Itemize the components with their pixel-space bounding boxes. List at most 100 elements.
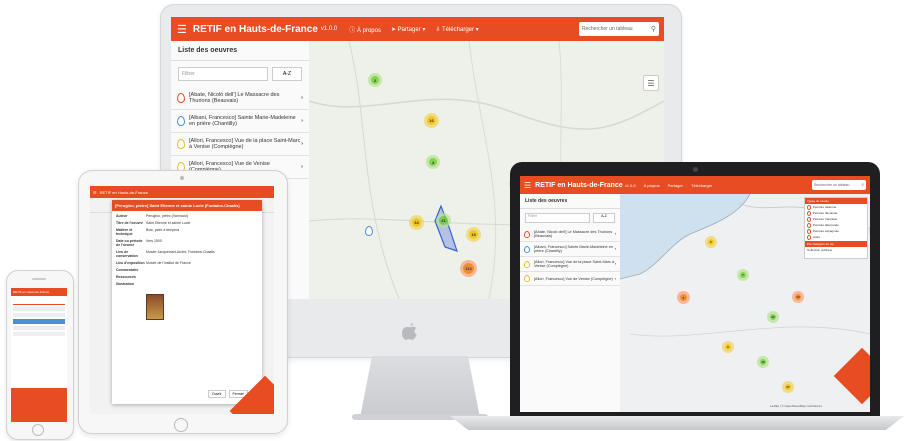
imac-stand xyxy=(360,356,480,418)
popup-fields: Auteur Perugino, pietro (Vannucci) Titre d… xyxy=(112,211,262,292)
laptop-app-header: ☰ RETIF en Hauts-de-France v1.0.0 À prop… xyxy=(520,176,870,194)
app-version: v1.0.0 xyxy=(320,26,338,32)
menu-icon[interactable]: ☰ xyxy=(524,181,531,190)
popup-field-row: Illustration xyxy=(116,282,258,286)
list-item[interactable]: [Albani, Francesco] Sainte Marie-Madelei… xyxy=(171,110,309,133)
nav-share[interactable]: ➤ Partager ▾ xyxy=(391,26,425,33)
search-icon[interactable]: ⚲ xyxy=(651,25,656,33)
chevron-right-icon: › xyxy=(614,247,616,251)
chevron-right-icon: › xyxy=(301,164,303,170)
nav-download[interactable]: Télécharger xyxy=(691,183,712,188)
list-item-label: [Albani, Francesco] Sainte Marie-Madelei… xyxy=(534,245,613,253)
laptop-filter-input[interactable]: Filtrer xyxy=(525,213,590,223)
artwork-thumbnail[interactable] xyxy=(146,294,164,320)
laptop-sort-button[interactable]: A-Z xyxy=(593,213,615,223)
laptop-sidebar: Liste des oeuvres Filtrer A-Z [Abate, Ni… xyxy=(520,194,621,412)
popup-field-row: Date ou période de l'oeuvre Vers 1500 xyxy=(116,239,258,247)
laptop-screen: ☰ RETIF en Hauts-de-France v1.0.0 À prop… xyxy=(520,176,870,412)
list-item[interactable]: [Albani, Francesco] Sainte Marie-Madelei… xyxy=(520,242,620,257)
chevron-right-icon: › xyxy=(301,95,303,101)
open-button[interactable]: Ouvrir xyxy=(208,390,226,398)
legend-drop-icon xyxy=(807,204,811,210)
list-item[interactable]: [Allori, Francesco] Vue de Venise (Compi… xyxy=(520,272,620,286)
map-cluster[interactable]: 7 xyxy=(740,272,746,278)
list-item[interactable]: [Abate, Nicolò dell'] Le Massacre des Th… xyxy=(171,87,309,110)
popup-field-row: Ressources xyxy=(116,275,258,279)
field-value: Vers 1500 xyxy=(146,239,162,243)
tablet-home-button[interactable] xyxy=(174,418,188,432)
field-key: Lieu d'exposition xyxy=(116,261,145,265)
popup-field-row: Commentaire xyxy=(116,268,258,272)
drop-marker-icon xyxy=(524,275,530,282)
sort-button[interactable]: A-Z xyxy=(272,67,302,81)
oeuvres-list: [Abate, Nicolò dell'] Le Massacre des Th… xyxy=(171,87,309,179)
field-key: Illustration xyxy=(116,282,134,286)
map-cluster[interactable]: 2 xyxy=(371,76,379,84)
map-attribution[interactable]: Leaflet | © OpenStreetMap contributors xyxy=(770,404,822,408)
download-icon: ⇩ xyxy=(435,26,441,33)
chevron-right-icon: › xyxy=(301,118,303,124)
map-cluster[interactable]: 41 xyxy=(439,216,448,225)
list-item[interactable]: [Allori, Francesco] Vue de la place Sain… xyxy=(171,133,309,156)
legend-drop-icon xyxy=(807,234,811,240)
laptop-search-input[interactable]: Rechercher un tableau ⚲ xyxy=(812,180,866,190)
filter-input[interactable]: Filtrer xyxy=(178,67,268,81)
selection-polygon[interactable] xyxy=(434,204,458,252)
field-key: Auteur xyxy=(116,214,128,218)
map-cluster[interactable]: 9 xyxy=(725,344,731,350)
info-icon: ⓘ xyxy=(349,27,356,34)
map-cluster[interactable]: 5 xyxy=(708,239,714,245)
map-cluster[interactable]: 27 xyxy=(785,384,791,390)
field-key: Matière et technique xyxy=(116,228,133,236)
drop-marker-icon xyxy=(524,260,530,268)
apple-logo-icon xyxy=(401,323,418,341)
map-cluster[interactable]: 13 xyxy=(795,294,801,300)
legend-item-2: Collection publique xyxy=(807,248,833,252)
phone-speaker xyxy=(32,278,46,280)
list-item-label: [Allori, Francesco] Vue de Venise (Compi… xyxy=(534,276,613,281)
map-cluster[interactable]: 113 xyxy=(463,263,474,274)
chevron-right-icon: › xyxy=(614,262,616,266)
phone-list xyxy=(13,298,65,358)
phone-home-button[interactable] xyxy=(32,424,44,436)
field-key: Titre de l'oeuvre xyxy=(116,221,143,225)
phone-app-header: RETIF en Hauts-de-France xyxy=(11,288,67,296)
nav-about[interactable]: ⓘ À propos xyxy=(349,25,381,34)
search-icon[interactable]: ⚲ xyxy=(861,183,864,187)
share-icon: ➤ xyxy=(390,26,396,33)
chevron-right-icon: › xyxy=(614,276,616,281)
layers-icon[interactable]: ☰ xyxy=(643,75,659,91)
list-item[interactable]: [Allori, Francesco] Vue de la place Sain… xyxy=(520,257,620,272)
field-value: Musée Jacquemart-André, Fontaine-Chaalis xyxy=(146,250,215,254)
popup-title: [Perugino, pietro] Saint Etienne et sain… xyxy=(112,200,262,211)
phone-footer-band xyxy=(11,388,67,422)
map-marker-drop[interactable] xyxy=(365,226,373,236)
menu-icon[interactable]: ☰ xyxy=(93,190,97,195)
nav-download[interactable]: ⇩ Télécharger ▾ xyxy=(435,26,478,33)
nav-share[interactable]: Partager xyxy=(668,183,683,188)
map-cluster[interactable]: 19 xyxy=(760,359,766,365)
field-key: Ressources xyxy=(116,275,136,279)
tablet-camera-icon xyxy=(180,176,184,180)
app-header: ☰ RETIF en Hauts-de-France v1.0.0 ⓘ À pr… xyxy=(171,17,664,41)
drop-marker-icon xyxy=(177,116,185,126)
list-item-label: [Albani, Francesco] Sainte Marie-Madelei… xyxy=(189,115,296,127)
list-item[interactable]: [Abate, Nicolò dell'] Le Massacre des Th… xyxy=(520,227,620,242)
popup-field-row: Lieu d'exposition Musée de l'Institut de … xyxy=(116,261,258,265)
map-cluster[interactable]: 4 xyxy=(429,158,437,166)
map-legend: Types de musée Peinture italienne Peintur… xyxy=(804,197,868,259)
map-cluster[interactable]: 16 xyxy=(427,116,436,125)
popup-field-row: Auteur Perugino, pietro (Vannucci) xyxy=(116,214,258,218)
map-cluster[interactable]: 19 xyxy=(469,230,478,239)
chevron-right-icon: › xyxy=(301,141,303,147)
laptop-app-title: RETIF en Hauts-de-France xyxy=(535,181,623,189)
map-cluster[interactable]: 34 xyxy=(412,218,421,227)
search-input[interactable]: Rechercher un tableau ⚲ xyxy=(579,22,659,36)
menu-icon[interactable]: ☰ xyxy=(177,23,187,36)
field-key: Commentaire xyxy=(116,268,139,272)
map-cluster[interactable]: 32 xyxy=(770,314,776,320)
popup-field-row: Lieu de conservation Musée Jacquemart-And… xyxy=(116,250,258,258)
laptop-map-view[interactable]: 5 7 6 32 9 19 13 27 Types de musée Peint… xyxy=(620,194,870,412)
nav-about[interactable]: À propos xyxy=(644,183,660,188)
map-cluster[interactable]: 6 xyxy=(680,294,687,301)
